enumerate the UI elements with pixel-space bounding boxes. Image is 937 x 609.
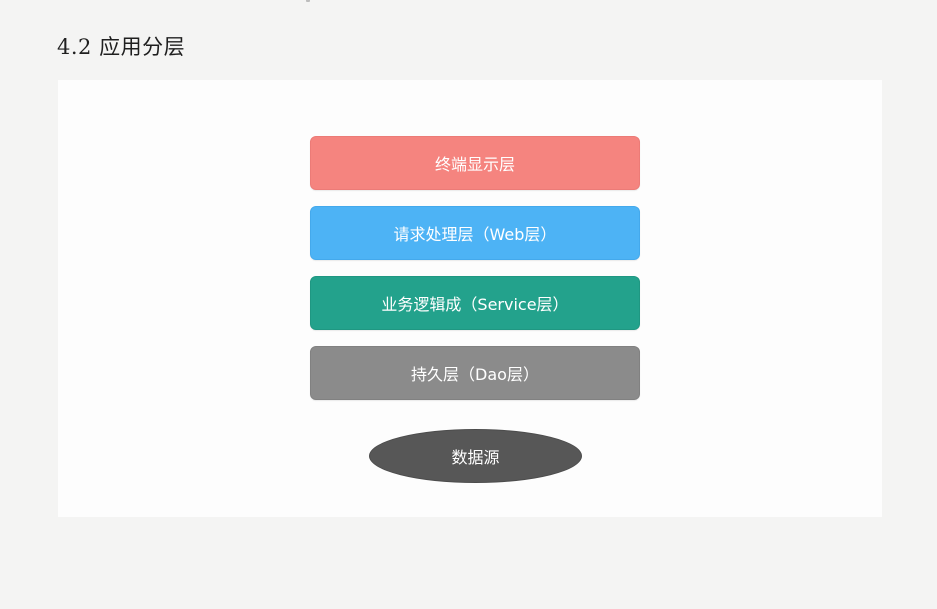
page-title: 4.2 应用分层: [57, 35, 186, 59]
layer-dao-persistence: 持久层（Dao层）: [310, 346, 640, 400]
layer-label: 持久层（Dao层）: [411, 365, 539, 384]
layer-label: 终端显示层: [434, 155, 515, 174]
datasource-label: 数据源: [451, 448, 500, 467]
diagram-canvas: 终端显示层 请求处理层（Web层） 业务逻辑成（Service层） 持久层（Da…: [58, 80, 882, 517]
layer-service-logic: 业务逻辑成（Service层）: [310, 276, 640, 330]
layer-label: 业务逻辑成（Service层）: [381, 295, 569, 314]
datasource-ellipse: 数据源: [369, 429, 582, 483]
layer-web-request: 请求处理层（Web层）: [310, 206, 640, 260]
top-edge-mark: [306, 0, 310, 2]
layer-terminal-display: 终端显示层: [310, 136, 640, 190]
layer-label: 请求处理层（Web层）: [393, 225, 557, 244]
